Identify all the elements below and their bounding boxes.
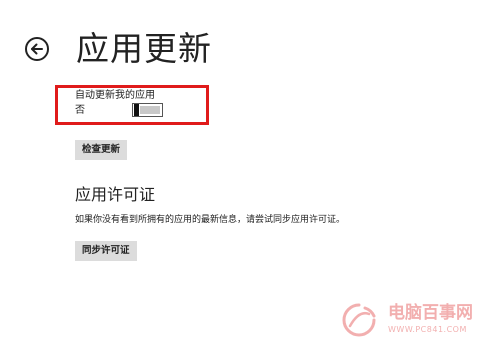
- license-section-title: 应用许可证: [75, 185, 156, 204]
- watermark: 电脑百事网 WWW.PC841.COM: [340, 300, 496, 340]
- back-arrow-icon: [31, 43, 43, 55]
- sync-license-button[interactable]: 同步许可证: [75, 241, 137, 261]
- toggle-thumb[interactable]: [134, 104, 139, 116]
- page-title: 应用更新: [76, 29, 212, 68]
- watermark-logo-icon: [342, 303, 376, 337]
- check-updates-button[interactable]: 检查更新: [75, 140, 128, 160]
- auto-update-label: 自动更新我的应用: [75, 90, 155, 101]
- auto-update-state-label: 否: [75, 105, 85, 116]
- back-button[interactable]: [25, 37, 49, 61]
- watermark-url: WWW.PC841.COM: [388, 325, 467, 334]
- auto-update-toggle[interactable]: [132, 103, 163, 117]
- watermark-name: 电脑百事网: [388, 303, 473, 323]
- toggle-track: [140, 106, 160, 114]
- license-section-description: 如果你没有看到所拥有的应用的最新信息，请尝试同步应用许可证。: [75, 215, 346, 225]
